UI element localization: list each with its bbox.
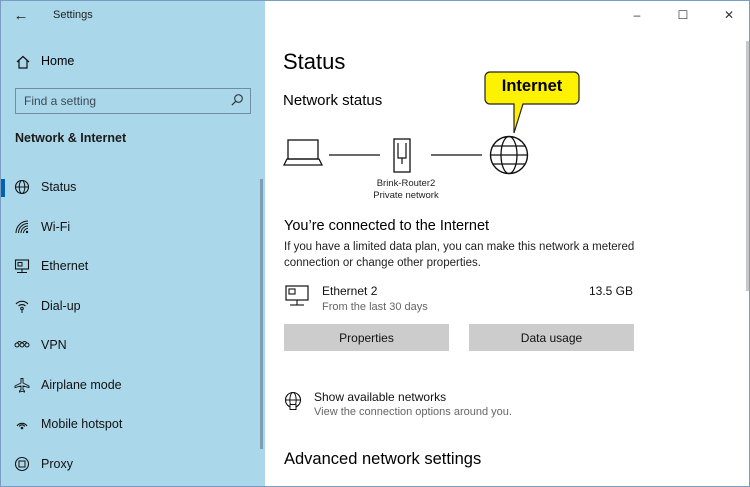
- data-usage-button[interactable]: Data usage: [469, 324, 634, 351]
- adapter-row: Ethernet 2 From the last 30 days 13.5 GB: [283, 283, 635, 319]
- connection-status-description: If you have a limited data plan, you can…: [284, 241, 635, 269]
- router-name: Brink-Router2: [376, 178, 436, 189]
- sidebar-item-ethernet[interactable]: Ethernet: [1, 248, 259, 288]
- nav-list: Status Wi-Fi Ethernet Dial-up VPN Airpla…: [1, 169, 259, 485]
- section-title: Network & Internet: [15, 131, 127, 145]
- advanced-settings-heading: Advanced network settings: [284, 450, 482, 468]
- wifi-icon: [15, 220, 29, 233]
- adapter-data-usage: 13.5 GB: [588, 284, 633, 298]
- minimize-button[interactable]: –: [627, 7, 647, 23]
- selection-indicator: [1, 179, 5, 197]
- vpn-icon: [14, 341, 30, 348]
- router-icon: [393, 138, 411, 173]
- show-networks-title: Show available networks: [314, 390, 447, 404]
- sidebar-item-airplane[interactable]: Airplane mode: [1, 367, 259, 407]
- sidebar-item-hotspot[interactable]: Mobile hotspot: [1, 406, 259, 446]
- sidebar-item-label: Ethernet: [41, 259, 89, 273]
- close-button[interactable]: ✕: [719, 7, 739, 23]
- show-networks-link[interactable]: Show available networks View the connect…: [284, 389, 614, 423]
- laptop-icon: [283, 139, 324, 166]
- router-network-type: Private network: [373, 190, 439, 201]
- proxy-icon: [14, 456, 30, 471]
- window-controls: – ☐ ✕: [611, 1, 749, 31]
- settings-window: ← Settings Home Network & Internet: [0, 0, 750, 487]
- home-label: Home: [41, 54, 75, 68]
- sidebar-item-vpn[interactable]: VPN: [1, 327, 259, 367]
- router-label: Brink-Router2 Private network: [365, 178, 447, 202]
- show-networks-subtitle: View the connection options around you.: [314, 406, 512, 418]
- hotspot-icon: [16, 422, 28, 430]
- airplane-icon: [14, 377, 30, 393]
- sidebar-item-label: VPN: [41, 338, 67, 352]
- sidebar-item-label: Mobile hotspot: [41, 417, 123, 431]
- sidebar-item-status[interactable]: Status: [1, 169, 259, 209]
- status-icon: [14, 179, 30, 195]
- dialup-icon: [15, 300, 29, 313]
- globe-icon: [489, 135, 529, 175]
- sidebar: ← Settings Home Network & Internet: [1, 1, 265, 486]
- sidebar-item-wifi[interactable]: Wi-Fi: [1, 209, 259, 249]
- network-status-heading: Network status: [283, 92, 383, 109]
- page-title: Status: [283, 49, 346, 74]
- ethernet-icon: [14, 259, 30, 273]
- search-icon[interactable]: [230, 93, 244, 107]
- sidebar-scrollbar[interactable]: [260, 179, 263, 449]
- callout-text: Internet: [501, 77, 563, 95]
- search-box[interactable]: [15, 88, 251, 114]
- adapter-period: From the last 30 days: [322, 301, 428, 313]
- home-icon: [16, 55, 30, 69]
- globe-network-icon: [284, 391, 302, 410]
- home-nav-item[interactable]: Home: [1, 49, 265, 75]
- properties-button[interactable]: Properties: [284, 324, 449, 351]
- sidebar-item-dialup[interactable]: Dial-up: [1, 288, 259, 328]
- sidebar-item-proxy[interactable]: Proxy: [1, 446, 259, 486]
- main-scrollbar[interactable]: [746, 41, 749, 291]
- search-input[interactable]: [24, 92, 224, 110]
- sidebar-item-label: Status: [41, 180, 77, 194]
- title-bar: ← Settings: [1, 1, 265, 31]
- ethernet-adapter-icon: [285, 285, 309, 306]
- sidebar-item-label: Proxy: [41, 456, 73, 471]
- sidebar-item-label: Dial-up: [41, 298, 81, 313]
- main-content: – ☐ ✕ Status Network status Brink-Router…: [265, 1, 749, 486]
- sidebar-item-label: Airplane mode: [41, 377, 122, 392]
- sidebar-item-label: Wi-Fi: [41, 219, 71, 234]
- connection-status-title: You’re connected to the Internet: [284, 218, 490, 234]
- adapter-name: Ethernet 2: [322, 284, 378, 298]
- app-title: Settings: [53, 9, 93, 21]
- maximize-button[interactable]: ☐: [673, 7, 693, 23]
- back-button[interactable]: ←: [9, 5, 33, 27]
